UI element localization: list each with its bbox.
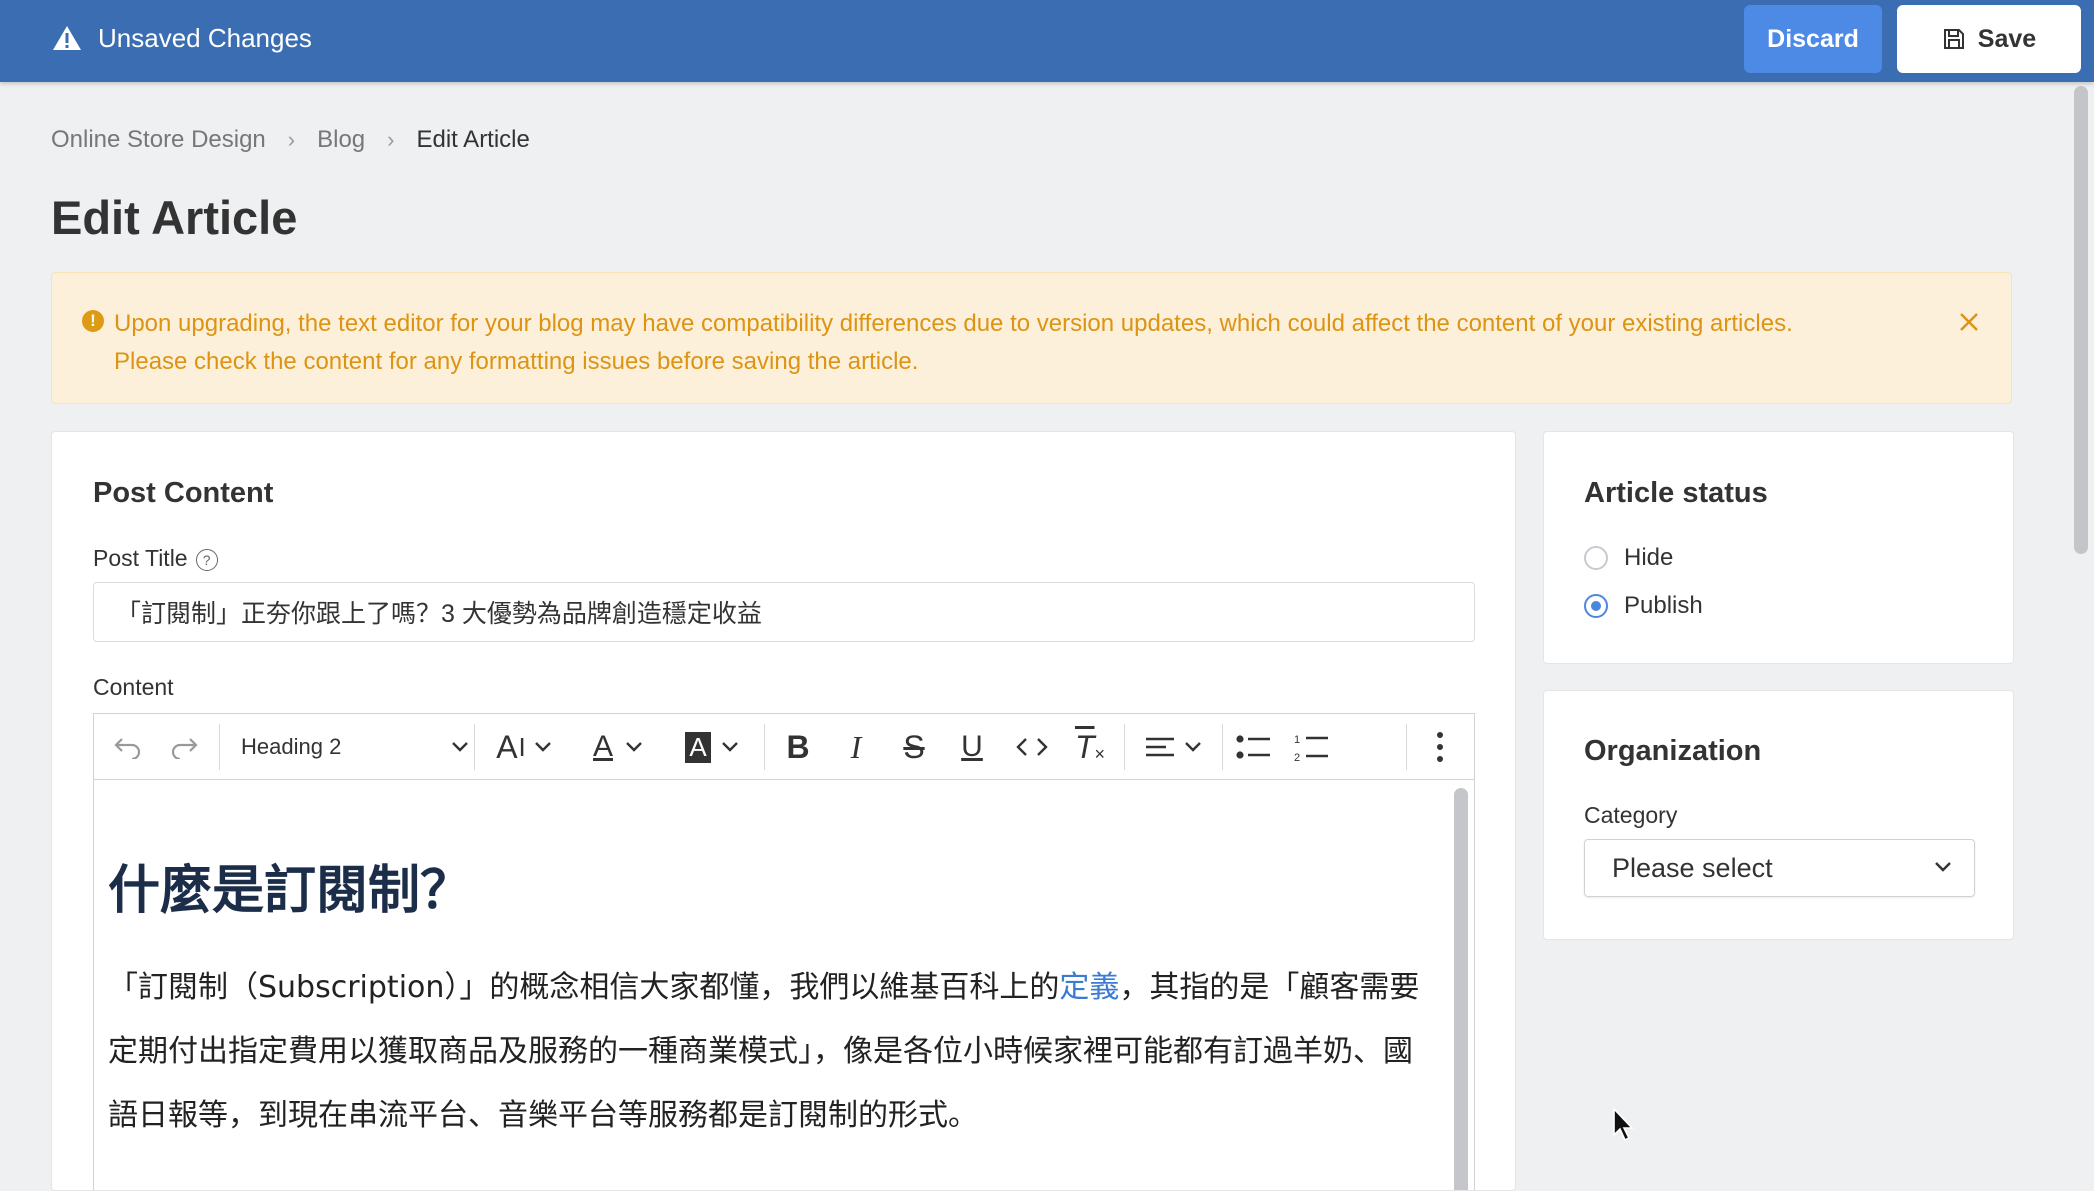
publish-radio-label: Publish bbox=[1624, 592, 1703, 619]
content-label: Content bbox=[93, 674, 174, 700]
save-button[interactable]: Save bbox=[1897, 5, 2081, 73]
editor-toolbar: Heading 2 AI A A B I S U T × 1 2 bbox=[94, 714, 1474, 780]
mouse-cursor-icon bbox=[1613, 1107, 1634, 1142]
toolbar-divider bbox=[1222, 724, 1223, 770]
upgrade-alert: ! Upon upgrading, the text editor for yo… bbox=[51, 272, 2012, 404]
toolbar-divider bbox=[219, 724, 220, 770]
top-bar: Unsaved Changes Discard Save bbox=[0, 0, 2094, 82]
toolbar-divider bbox=[1406, 724, 1407, 770]
italic-icon[interactable]: I bbox=[836, 728, 876, 766]
category-label: Category bbox=[1584, 802, 1678, 828]
post-title-label-text: Post Title bbox=[93, 545, 188, 571]
alert-line-2: Please check the content for any formatt… bbox=[114, 348, 919, 375]
clear-format-icon[interactable]: T × bbox=[1068, 728, 1112, 766]
align-icon[interactable] bbox=[1138, 728, 1210, 766]
heading-style-select[interactable]: Heading 2 bbox=[241, 728, 471, 766]
svg-text:2: 2 bbox=[1294, 752, 1300, 763]
discard-button[interactable]: Discard bbox=[1744, 5, 1882, 73]
editor-scrollbar[interactable] bbox=[1454, 788, 1468, 1190]
heading-style-value: Heading 2 bbox=[241, 734, 342, 759]
save-icon bbox=[1943, 29, 1964, 49]
rich-text-editor: Heading 2 AI A A B I S U T × 1 2 什麼是訂閱制？… bbox=[93, 713, 1475, 1190]
page-title: Edit Article bbox=[51, 191, 298, 244]
font-size-icon[interactable]: AI bbox=[490, 728, 560, 766]
more-options-icon[interactable] bbox=[1420, 728, 1460, 766]
text-color-icon[interactable]: A bbox=[584, 728, 654, 766]
hide-radio-label: Hide bbox=[1624, 544, 1674, 571]
category-select-value: Please select bbox=[1612, 852, 1773, 883]
content-paragraph: 「訂閱制（Subscription）」的概念相信大家都懂，我們以維基百科上的定義… bbox=[108, 956, 1438, 1148]
post-content-card: Post Content Post Title? Content Heading… bbox=[51, 431, 1516, 1191]
redo-icon[interactable] bbox=[164, 728, 204, 766]
article-status-title: Article status bbox=[1584, 477, 1768, 509]
chevron-right-icon: › bbox=[387, 127, 395, 152]
breadcrumb-online-store-design[interactable]: Online Store Design bbox=[51, 126, 266, 154]
highlight-color-icon[interactable]: A bbox=[678, 728, 748, 766]
strikethrough-icon[interactable]: S bbox=[894, 728, 934, 766]
breadcrumb: Online Store Design › Blog › Edit Articl… bbox=[51, 126, 530, 154]
article-status-card: Article status Hide Publish bbox=[1543, 431, 2014, 664]
organization-title: Organization bbox=[1584, 735, 1762, 767]
page-scrollbar[interactable] bbox=[2074, 86, 2088, 554]
breadcrumb-edit-article: Edit Article bbox=[416, 126, 530, 153]
post-title-label: Post Title? bbox=[93, 545, 218, 572]
breadcrumb-blog[interactable]: Blog bbox=[317, 126, 365, 154]
paragraph-text-1: 「訂閱制（Subscription）」的概念相信大家都懂，我們以維基百科上的 bbox=[108, 970, 1060, 1005]
toolbar-divider bbox=[1124, 724, 1125, 770]
svg-text:1: 1 bbox=[1294, 734, 1300, 746]
close-icon[interactable] bbox=[1956, 309, 1982, 335]
alert-message: Upon upgrading, the text editor for your… bbox=[114, 305, 1954, 381]
hide-radio[interactable] bbox=[1584, 546, 1608, 570]
category-select[interactable]: Please select bbox=[1584, 839, 1975, 897]
post-content-title: Post Content bbox=[93, 477, 274, 509]
alert-line-1: Upon upgrading, the text editor for your… bbox=[114, 310, 1793, 337]
definition-link[interactable]: 定義 bbox=[1059, 970, 1119, 1005]
content-heading: 什麼是訂閱制？ bbox=[108, 861, 473, 921]
undo-icon[interactable] bbox=[108, 728, 148, 766]
chevron-right-icon: › bbox=[287, 127, 296, 152]
numbered-list-icon[interactable]: 12 bbox=[1290, 728, 1334, 766]
publish-radio[interactable] bbox=[1584, 594, 1608, 618]
status-option-publish[interactable]: Publish bbox=[1584, 592, 1703, 620]
warning-icon bbox=[53, 26, 81, 50]
post-title-input[interactable] bbox=[93, 582, 1475, 642]
help-icon[interactable]: ? bbox=[195, 548, 218, 571]
underline-icon[interactable]: U bbox=[952, 728, 992, 766]
unsaved-changes-text: Unsaved Changes bbox=[98, 23, 312, 53]
alert-exclamation-icon: ! bbox=[82, 310, 104, 332]
code-icon[interactable] bbox=[1010, 728, 1054, 766]
chevron-down-icon bbox=[1935, 862, 1951, 872]
toolbar-divider bbox=[764, 724, 765, 770]
editor-content-area[interactable]: 什麼是訂閱制？ 「訂閱制（Subscription）」的概念相信大家都懂，我們以… bbox=[94, 780, 1444, 1190]
status-option-hide[interactable]: Hide bbox=[1584, 544, 1673, 572]
organization-card: Organization Category Please select bbox=[1543, 690, 2014, 940]
save-button-label: Save bbox=[1977, 24, 2037, 53]
toolbar-divider bbox=[474, 724, 475, 770]
bullet-list-icon[interactable] bbox=[1232, 728, 1276, 766]
bold-icon[interactable]: B bbox=[778, 728, 818, 766]
chevron-down-icon bbox=[452, 742, 468, 752]
